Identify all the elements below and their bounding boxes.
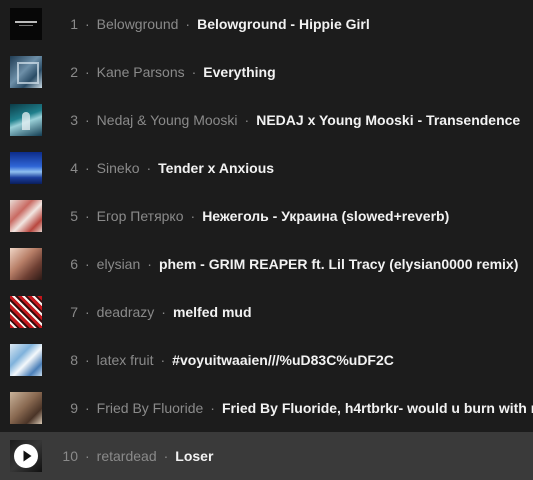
track-title[interactable]: Tender x Anxious bbox=[158, 160, 274, 176]
track-title[interactable]: NEDAJ x Young Mooski - Transendence bbox=[256, 112, 520, 128]
track-row[interactable]: 5 · Егор Петярко · Нежеголь - Украина (s… bbox=[0, 192, 533, 240]
separator: · bbox=[161, 304, 166, 320]
album-art bbox=[10, 8, 42, 40]
track-number: 1 bbox=[70, 16, 78, 32]
track-title[interactable]: Нежеголь - Украина (slowed+reverb) bbox=[202, 208, 449, 224]
track-row[interactable]: 1 · Belowground · Belowground - Hippie G… bbox=[0, 0, 533, 48]
separator: · bbox=[190, 208, 196, 224]
album-art bbox=[10, 344, 42, 376]
track-title[interactable]: Everything bbox=[203, 64, 275, 80]
album-art bbox=[10, 296, 42, 328]
album-art bbox=[10, 152, 42, 184]
separator: · bbox=[85, 64, 90, 80]
track-row[interactable]: 8 · latex fruit · #voyuitwaaien///%uD83C… bbox=[0, 336, 533, 384]
track-artist[interactable]: Belowground bbox=[97, 16, 179, 32]
separator: · bbox=[146, 160, 152, 176]
separator: · bbox=[147, 256, 152, 272]
separator: · bbox=[191, 64, 197, 80]
track-number: 8 bbox=[70, 352, 78, 368]
separator: · bbox=[85, 256, 90, 272]
track-title[interactable]: Belowground - Hippie Girl bbox=[197, 16, 370, 32]
track-number: 9 bbox=[70, 400, 78, 416]
separator: · bbox=[163, 448, 169, 464]
separator: · bbox=[85, 400, 90, 416]
separator: · bbox=[85, 448, 90, 464]
track-number: 10 bbox=[62, 448, 78, 464]
separator: · bbox=[85, 16, 90, 32]
album-art bbox=[10, 248, 42, 280]
track-number: 5 bbox=[70, 208, 78, 224]
album-art bbox=[10, 56, 42, 88]
track-title[interactable]: melfed mud bbox=[173, 304, 252, 320]
track-row[interactable]: 7 · deadrazy · melfed mud bbox=[0, 288, 533, 336]
track-artist[interactable]: Егор Петярко bbox=[97, 208, 184, 224]
track-title[interactable]: #voyuitwaaien///%uD83C%uDF2C bbox=[172, 352, 394, 368]
track-title[interactable]: Loser bbox=[175, 448, 213, 464]
track-title[interactable]: phem - GRIM REAPER ft. Lil Tracy (elysia… bbox=[159, 256, 518, 272]
track-row[interactable]: 3 · Nedaj & Young Mooski · NEDAJ x Young… bbox=[0, 96, 533, 144]
track-artist[interactable]: elysian bbox=[97, 256, 141, 272]
play-icon bbox=[14, 444, 38, 468]
track-row[interactable]: 6 · elysian · phem - GRIM REAPER ft. Lil… bbox=[0, 240, 533, 288]
track-artist[interactable]: Sineko bbox=[97, 160, 140, 176]
track-row[interactable]: 4 · Sineko · Tender x Anxious bbox=[0, 144, 533, 192]
track-artist[interactable]: Kane Parsons bbox=[97, 64, 185, 80]
separator: · bbox=[185, 16, 191, 32]
track-number: 6 bbox=[70, 256, 78, 272]
separator: · bbox=[85, 352, 90, 368]
album-art bbox=[10, 392, 42, 424]
play-button[interactable] bbox=[10, 440, 42, 472]
album-art bbox=[10, 440, 42, 472]
track-title[interactable]: Fried By Fluoride, h4rtbrkr- would u bur… bbox=[222, 400, 533, 416]
track-artist[interactable]: deadrazy bbox=[97, 304, 155, 320]
track-number: 4 bbox=[70, 160, 78, 176]
separator: · bbox=[160, 352, 166, 368]
track-number: 2 bbox=[70, 64, 78, 80]
separator: · bbox=[85, 112, 90, 128]
track-row[interactable]: 10 · retardead · Loser bbox=[0, 432, 533, 480]
separator: · bbox=[85, 160, 90, 176]
track-row[interactable]: 2 · Kane Parsons · Everything bbox=[0, 48, 533, 96]
track-list: 1 · Belowground · Belowground - Hippie G… bbox=[0, 0, 533, 480]
track-number: 3 bbox=[70, 112, 78, 128]
track-row[interactable]: 9 · Fried By Fluoride · Fried By Fluorid… bbox=[0, 384, 533, 432]
track-number: 7 bbox=[70, 304, 78, 320]
separator: · bbox=[244, 112, 250, 128]
separator: · bbox=[85, 304, 90, 320]
separator: · bbox=[210, 400, 215, 416]
track-artist[interactable]: Fried By Fluoride bbox=[97, 400, 204, 416]
track-artist[interactable]: Nedaj & Young Mooski bbox=[97, 112, 238, 128]
album-art bbox=[10, 200, 42, 232]
track-artist[interactable]: retardead bbox=[97, 448, 157, 464]
track-artist[interactable]: latex fruit bbox=[97, 352, 154, 368]
separator: · bbox=[85, 208, 90, 224]
album-art bbox=[10, 104, 42, 136]
